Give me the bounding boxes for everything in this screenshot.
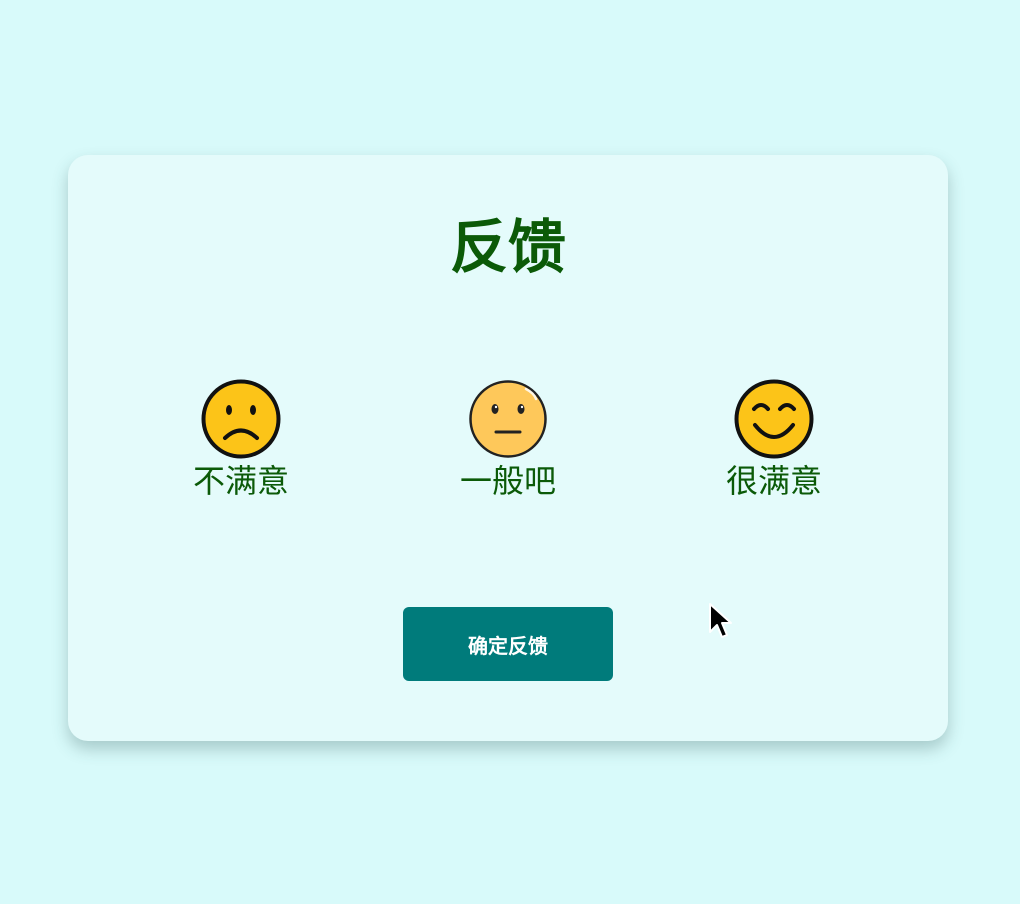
feedback-card: 反馈 不满意 一般吧 很满意 确定反馈 (68, 155, 948, 741)
page-title: 反馈 (449, 213, 566, 281)
option-label-neutral: 一般吧 (459, 462, 556, 500)
option-label-dissatisfied: 不满意 (192, 462, 289, 500)
option-label-satisfied: 很满意 (725, 462, 822, 500)
sad-face-icon (201, 379, 281, 459)
option-neutral[interactable]: 一般吧 (428, 379, 588, 501)
option-dissatisfied[interactable]: 不满意 (161, 379, 321, 501)
option-satisfied[interactable]: 很满意 (694, 379, 854, 501)
neutral-face-icon (469, 380, 547, 458)
happy-face-icon (734, 379, 814, 459)
confirm-feedback-button[interactable]: 确定反馈 (403, 607, 613, 681)
